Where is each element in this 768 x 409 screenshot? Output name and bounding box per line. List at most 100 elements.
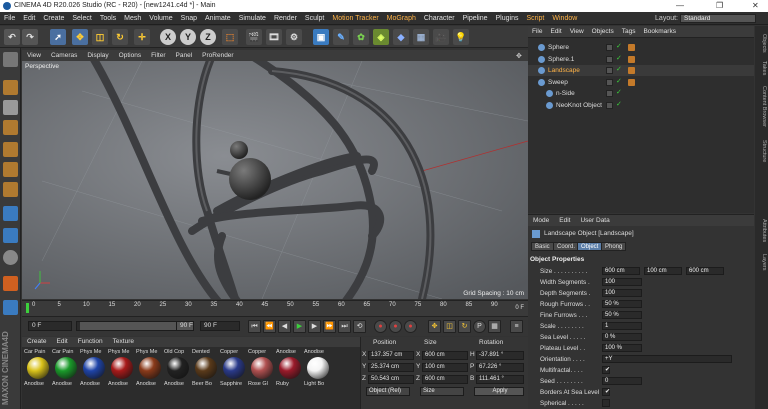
object-name[interactable]: Landscape [548, 65, 580, 76]
object-visibility-toggle[interactable] [606, 55, 613, 63]
tweak-mode-icon[interactable] [3, 228, 18, 243]
object-visibility-toggle[interactable] [606, 67, 613, 74]
object-visibility-toggle[interactable] [606, 101, 613, 109]
close-button[interactable]: ✕ [752, 0, 759, 12]
material-menu-create[interactable]: Create [22, 337, 52, 347]
light-icon[interactable]: 💡 [453, 29, 469, 45]
object-name[interactable]: Sphere [548, 42, 569, 53]
menu-edit[interactable]: Edit [19, 12, 39, 25]
keyframe-selection-icon[interactable]: ● [404, 320, 417, 333]
material-swatch[interactable]: Old Cop Anodise [164, 349, 191, 395]
viewport-menu-view[interactable]: View [22, 50, 46, 61]
menu-render[interactable]: Render [270, 12, 301, 25]
object-enabled-check-icon[interactable]: ✓ [616, 43, 622, 51]
object-name[interactable]: Sweep [548, 77, 568, 88]
property-value-field[interactable]: ✔ [602, 366, 610, 374]
om-menu-file[interactable]: File [528, 26, 546, 38]
object-material-tag-icon[interactable] [628, 67, 635, 74]
material-menu-edit[interactable]: Edit [52, 337, 73, 347]
tab-layers[interactable]: Layers [756, 250, 767, 274]
material-menu-function[interactable]: Function [73, 337, 108, 347]
coord-apply-button[interactable]: Apply [474, 387, 524, 396]
layout-select[interactable]: Standard [680, 14, 756, 23]
property-value-field[interactable]: +Y [602, 355, 732, 363]
next-key-icon[interactable]: ⏩ [323, 320, 336, 333]
undo-icon[interactable]: ↶ [4, 29, 20, 45]
attr-menu-mode[interactable]: Mode [528, 215, 554, 227]
subdivision-icon[interactable]: ✿ [353, 29, 369, 45]
deformer-icon[interactable]: ◆ [393, 29, 409, 45]
menu-plugins[interactable]: Plugins [492, 12, 523, 25]
menu-window[interactable]: Window [548, 12, 581, 25]
coord-rotation-field[interactable]: -37.891 ° [476, 351, 524, 360]
coord-size-field[interactable]: 600 cm [422, 351, 468, 360]
tab-objects[interactable]: Objects [756, 30, 767, 56]
menu-motion-tracker[interactable]: Motion Tracker [328, 12, 382, 25]
object-enabled-check-icon[interactable]: ✓ [616, 55, 622, 63]
om-menu-bookmarks[interactable]: Bookmarks [639, 26, 680, 38]
material-swatch[interactable]: Phys Me Anodise [136, 349, 163, 395]
property-value-field[interactable]: 100 cm [644, 267, 682, 275]
coord-mode-select[interactable]: Object (Rel) [366, 387, 410, 396]
property-value-field[interactable]: 50 % [602, 311, 642, 319]
material-swatch[interactable]: Car Pain Anodise [52, 349, 79, 395]
coord-size-select[interactable]: Size [420, 387, 464, 396]
object-enabled-check-icon[interactable]: ✓ [616, 78, 622, 86]
menu-sculpt[interactable]: Sculpt [301, 12, 328, 25]
prev-key-icon[interactable]: ⏪ [263, 320, 276, 333]
prev-frame-icon[interactable]: ◀ [278, 320, 291, 333]
goto-end-icon[interactable]: ⏭ [338, 320, 351, 333]
current-frame-field[interactable]: 0 F [28, 321, 72, 331]
property-value-field[interactable]: ✔ [602, 388, 610, 396]
menu-mograph[interactable]: MoGraph [383, 12, 420, 25]
move-tool-icon[interactable]: ✥ [72, 29, 88, 45]
planar-workplane-icon[interactable] [3, 300, 18, 315]
material-menu-texture[interactable]: Texture [108, 337, 139, 347]
coord-position-field[interactable]: 25.374 cm [368, 363, 414, 372]
object-name[interactable]: Sphere.1 [548, 54, 574, 65]
polygons-mode-icon[interactable] [3, 182, 18, 197]
model-mode-icon[interactable] [3, 80, 18, 95]
menu-volume[interactable]: Volume [145, 12, 176, 25]
coordinate-system-icon[interactable]: ⬚ [222, 29, 238, 45]
material-swatch[interactable]: Anodise Ruby [276, 349, 303, 395]
material-swatch[interactable]: Phys Me Anodise [80, 349, 107, 395]
coord-position-field[interactable]: 137.357 cm [368, 351, 414, 360]
rotate-tool-icon[interactable]: ↻ [112, 29, 128, 45]
camera-icon[interactable]: 🎥 [433, 29, 449, 45]
x-axis-lock-icon[interactable]: X [160, 29, 176, 45]
enable-axis-icon[interactable] [3, 206, 18, 221]
live-selection-icon[interactable]: ➚ [50, 29, 66, 45]
param-key-icon[interactable]: P [473, 320, 486, 333]
object-material-tag-icon[interactable] [628, 44, 635, 51]
om-menu-view[interactable]: View [566, 26, 588, 38]
menu-tools[interactable]: Tools [96, 12, 120, 25]
timeline-playhead[interactable] [26, 303, 29, 313]
redo-icon[interactable]: ↷ [22, 29, 38, 45]
rotation-key-icon[interactable]: ↻ [458, 320, 471, 333]
material-swatch[interactable]: Anodise Light Bo [304, 349, 331, 395]
menu-script[interactable]: Script [522, 12, 548, 25]
om-menu-objects[interactable]: Objects [588, 26, 618, 38]
next-frame-icon[interactable]: ▶ [308, 320, 321, 333]
render-settings-icon[interactable]: ⚙ [286, 29, 302, 45]
attr-tab-phong[interactable]: Phong [601, 242, 627, 251]
coord-size-field[interactable]: 600 cm [422, 375, 468, 384]
object-material-tag-icon[interactable] [628, 78, 635, 86]
menu-select[interactable]: Select [68, 12, 95, 25]
workplane-icon[interactable] [3, 120, 18, 135]
menu-animate[interactable]: Animate [201, 12, 235, 25]
coord-size-field[interactable]: 100 cm [422, 363, 468, 372]
tab-content-browser[interactable]: Content Browser [756, 80, 767, 132]
viewport-menu-options[interactable]: Options [114, 50, 146, 61]
menu-file[interactable]: File [0, 12, 19, 25]
object-name[interactable]: NeoKnot Object [556, 100, 602, 111]
y-axis-lock-icon[interactable]: Y [180, 29, 196, 45]
property-value-field[interactable]: 100 [602, 289, 642, 297]
viewport-menu-panel[interactable]: Panel [171, 50, 198, 61]
position-key-icon[interactable]: ✥ [428, 320, 441, 333]
coord-position-field[interactable]: 50.543 cm [368, 375, 414, 384]
material-swatch[interactable]: Dented Beer Bo [192, 349, 219, 395]
property-value-field[interactable]: 0 [602, 377, 642, 385]
autokey-icon[interactable]: ● [389, 320, 402, 333]
